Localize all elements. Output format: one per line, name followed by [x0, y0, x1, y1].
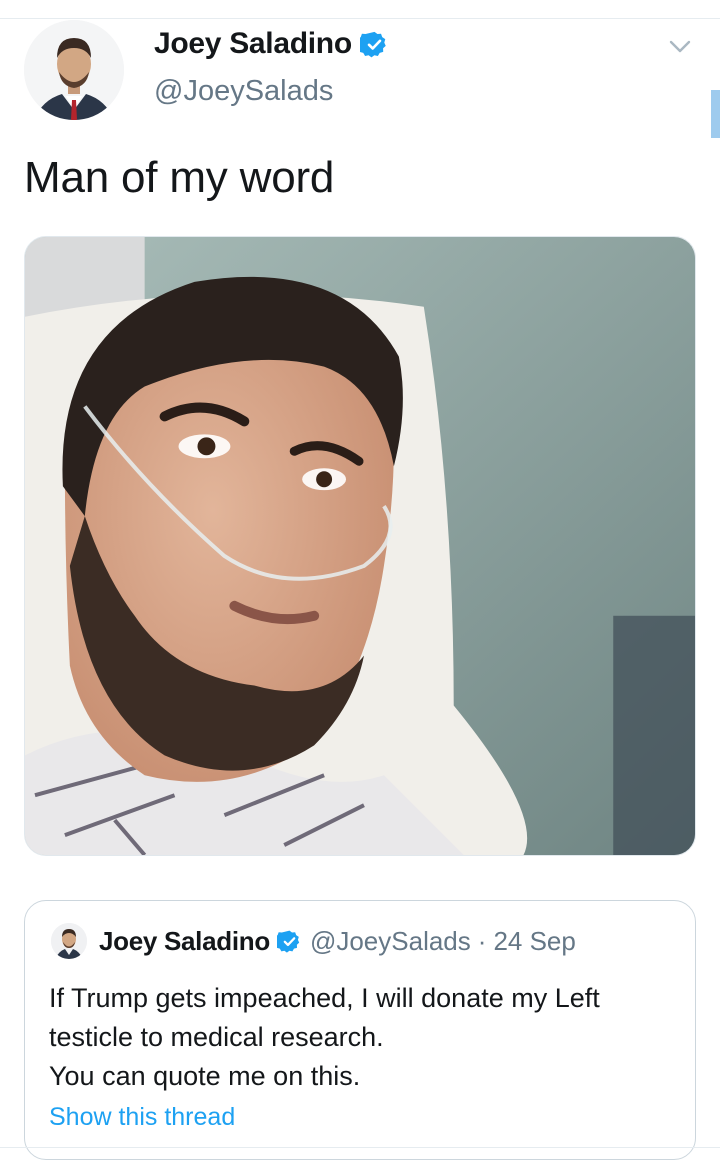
tweet-photo[interactable]: [24, 236, 696, 856]
quoted-avatar[interactable]: [51, 923, 87, 959]
quoted-display-name[interactable]: Joey Saladino: [99, 926, 270, 957]
quoted-tweet-text: If Trump gets impeached, I will donate m…: [49, 979, 679, 1096]
separator-dot: ·: [477, 925, 487, 956]
tweet-text: Man of my word: [24, 153, 335, 202]
avatar-image: [24, 20, 124, 120]
quoted-tweet-header: Joey Saladino @JoeySalads · 24 Sep: [51, 923, 576, 959]
quoted-text-line: You can quote me on this.: [49, 1061, 361, 1091]
scroll-indicator[interactable]: [711, 90, 720, 138]
avatar[interactable]: [24, 20, 124, 120]
verified-badge-icon: [276, 929, 302, 954]
bottom-divider: [0, 1147, 720, 1148]
photo-image: [25, 237, 695, 855]
quoted-date[interactable]: 24 Sep: [493, 926, 575, 957]
quoted-tweet[interactable]: Joey Saladino @JoeySalads · 24 Sep If Tr…: [24, 900, 696, 1160]
name-row: Joey Saladino: [154, 26, 389, 62]
top-divider: [0, 18, 720, 19]
quoted-text-line: If Trump gets impeached, I will donate m…: [49, 983, 600, 1013]
user-handle[interactable]: @JoeySalads: [154, 75, 333, 108]
quoted-text-line: testicle to medical research.: [49, 1022, 384, 1052]
display-name[interactable]: Joey Saladino: [154, 27, 352, 61]
chevron-down-icon[interactable]: [664, 30, 696, 62]
tweet-header: Joey Saladino @JoeySalads: [24, 20, 696, 124]
show-thread-link[interactable]: Show this thread: [49, 1103, 235, 1132]
verified-badge-icon: [359, 30, 389, 59]
quoted-handle[interactable]: @JoeySalads: [310, 926, 471, 957]
